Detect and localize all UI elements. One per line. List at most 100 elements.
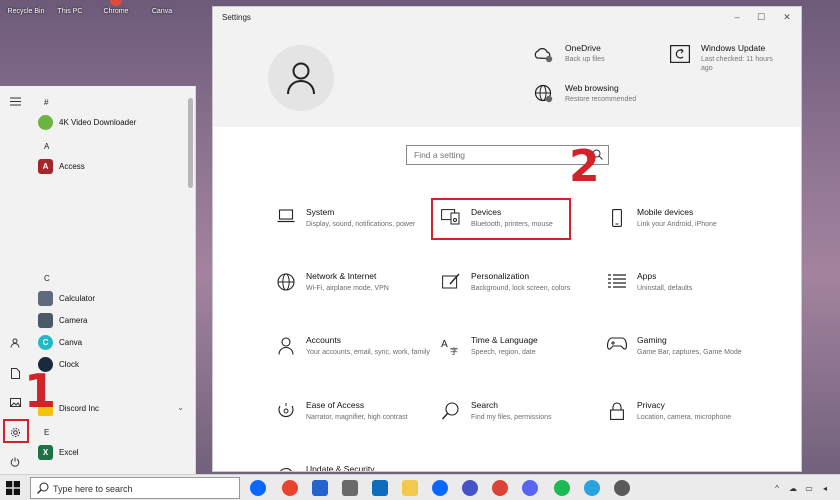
- quick-link-subtitle: Back up files: [565, 56, 605, 63]
- category-subtitle: Link your Android, iPhone: [637, 221, 717, 228]
- app-clock[interactable]: Clock: [38, 354, 188, 374]
- svg-text:A: A: [441, 339, 448, 350]
- zalo-icon[interactable]: [432, 480, 448, 496]
- step-1-marker: 1: [24, 364, 57, 418]
- onedrive-link[interactable]: OneDrive Back up files: [533, 43, 637, 65]
- app-access[interactable]: A Access: [38, 156, 188, 176]
- category-title: Mobile devices: [637, 207, 694, 217]
- category-subtitle: Wi-Fi, airplane mode, VPN: [306, 285, 389, 292]
- tool-icon[interactable]: [342, 480, 358, 496]
- power-icon[interactable]: [4, 451, 26, 473]
- person-icon: [287, 62, 315, 95]
- group-header[interactable]: C: [44, 274, 50, 283]
- telegram-icon[interactable]: [584, 480, 600, 496]
- time-language-icon: A字: [440, 335, 462, 357]
- document-icon[interactable]: [4, 362, 26, 384]
- title-bar: Settings – ☐ ✕: [213, 7, 801, 27]
- spotify-icon[interactable]: [554, 480, 570, 496]
- category-system[interactable]: System Display, sound, notifications, pow…: [275, 207, 435, 259]
- chrome-icon[interactable]: [282, 480, 298, 496]
- category-update-security[interactable]: Update & Security: [275, 464, 435, 472]
- app-4k-video-downloader[interactable]: 4K Video Downloader: [38, 112, 188, 132]
- laptop-icon: [275, 207, 297, 229]
- user-icon[interactable]: [4, 332, 26, 354]
- todo-icon[interactable]: [312, 480, 328, 496]
- chevron-down-icon[interactable]: ⌄: [177, 403, 184, 412]
- group-header[interactable]: E: [44, 428, 49, 437]
- category-mobile-devices[interactable]: Mobile devices Link your Android, iPhone: [606, 207, 766, 259]
- category-gaming[interactable]: Gaming Game Bar, captures, Game Mode: [606, 335, 766, 387]
- cloud-icon[interactable]: ☁: [788, 483, 798, 493]
- windows-update-link[interactable]: Windows Update Last checked: 11 hours ag…: [669, 43, 781, 73]
- category-privacy[interactable]: Privacy Location, camera, microphone: [606, 400, 766, 452]
- app-excel[interactable]: X Excel: [38, 442, 188, 462]
- category-title: Privacy: [637, 400, 665, 410]
- chevron-up-icon[interactable]: ^: [772, 483, 782, 493]
- desktop-icon-label: Canva: [151, 8, 173, 15]
- person-icon: [275, 335, 297, 357]
- onedrive-icon: [533, 43, 555, 65]
- account-banner: OneDrive Back up files Web browsing Rest…: [213, 27, 801, 127]
- close-button[interactable]: ✕: [779, 10, 795, 24]
- quick-link-title: Web browsing: [565, 83, 619, 93]
- scrollbar-thumb[interactable]: [188, 98, 193, 188]
- file-explorer-icon[interactable]: [402, 480, 418, 496]
- volume-icon[interactable]: ◂: [820, 483, 830, 493]
- windows-update-icon: [669, 43, 691, 65]
- category-apps[interactable]: Apps Uninstall, defaults: [606, 271, 766, 323]
- category-accounts[interactable]: Accounts Your accounts, email, sync, work…: [275, 335, 435, 387]
- devices-highlight-box: [431, 198, 571, 240]
- category-title: System: [306, 207, 335, 217]
- category-time-language[interactable]: A字 Time & Language Speech, region, date: [440, 335, 600, 387]
- web-browsing-link[interactable]: Web browsing Restore recommended: [533, 83, 637, 105]
- hamburger-icon[interactable]: [4, 90, 26, 112]
- category-subtitle: Speech, region, date: [471, 349, 536, 356]
- app-discord-inc[interactable]: Discord Inc ⌄: [38, 398, 188, 418]
- group-header[interactable]: A: [44, 142, 49, 151]
- discord-icon[interactable]: [522, 480, 538, 496]
- network-icon[interactable]: ▭: [804, 483, 814, 493]
- category-title: Update & Security: [306, 464, 375, 472]
- app-calculator[interactable]: Calculator: [38, 288, 188, 308]
- maximize-button[interactable]: ☐: [753, 10, 769, 24]
- settings-icon[interactable]: [614, 480, 630, 496]
- outlook-icon[interactable]: [372, 480, 388, 496]
- canva-icon: C: [38, 334, 53, 350]
- category-subtitle: Narrator, magnifier, high contrast: [306, 414, 408, 421]
- pictures-icon[interactable]: [4, 391, 26, 413]
- app-canva[interactable]: C Canva: [38, 332, 188, 352]
- category-title: Accounts: [306, 335, 341, 345]
- app-camera[interactable]: Camera: [38, 310, 188, 330]
- globe-icon: [533, 83, 555, 105]
- chrome-icon: [110, 0, 122, 6]
- quick-link-subtitle: Restore recommended: [565, 96, 637, 103]
- category-network-internet[interactable]: Network & Internet Wi-Fi, airplane mode, …: [275, 271, 435, 323]
- settings-window: Settings – ☐ ✕ OneDrive Back up files We…: [212, 6, 802, 472]
- search-icon: [440, 400, 462, 422]
- windows-start-icon[interactable]: [6, 481, 20, 497]
- settings-highlight-box: [3, 419, 29, 443]
- taskbar-search[interactable]: Type here to search: [30, 477, 240, 499]
- minimize-button[interactable]: –: [729, 10, 745, 24]
- app-name: Excel: [59, 447, 79, 457]
- category-ease-of-access[interactable]: Ease of Access Narrator, magnifier, high …: [275, 400, 435, 452]
- chrome-icon[interactable]: [492, 480, 508, 496]
- camera-icon: [38, 312, 53, 328]
- scrollbar[interactable]: [187, 88, 193, 472]
- search-input[interactable]: [407, 146, 587, 164]
- category-subtitle: Game Bar, captures, Game Mode: [637, 349, 742, 356]
- gamepad-icon: [606, 335, 628, 357]
- group-header[interactable]: #: [44, 98, 48, 107]
- category-personalization[interactable]: Personalization Background, lock screen, …: [440, 271, 600, 323]
- apps-list-icon: [606, 271, 628, 293]
- app-name: Clock: [59, 359, 80, 369]
- zalo-icon[interactable]: [250, 480, 266, 496]
- category-title: Network & Internet: [306, 271, 377, 281]
- category-title: Personalization: [471, 271, 530, 281]
- cortana-icon[interactable]: [462, 480, 478, 496]
- search-icon: [37, 482, 49, 496]
- category-title: Apps: [637, 271, 657, 281]
- 4k-downloader-icon: [38, 114, 53, 130]
- avatar[interactable]: [268, 45, 334, 111]
- category-search[interactable]: Search Find my files, permissions: [440, 400, 600, 452]
